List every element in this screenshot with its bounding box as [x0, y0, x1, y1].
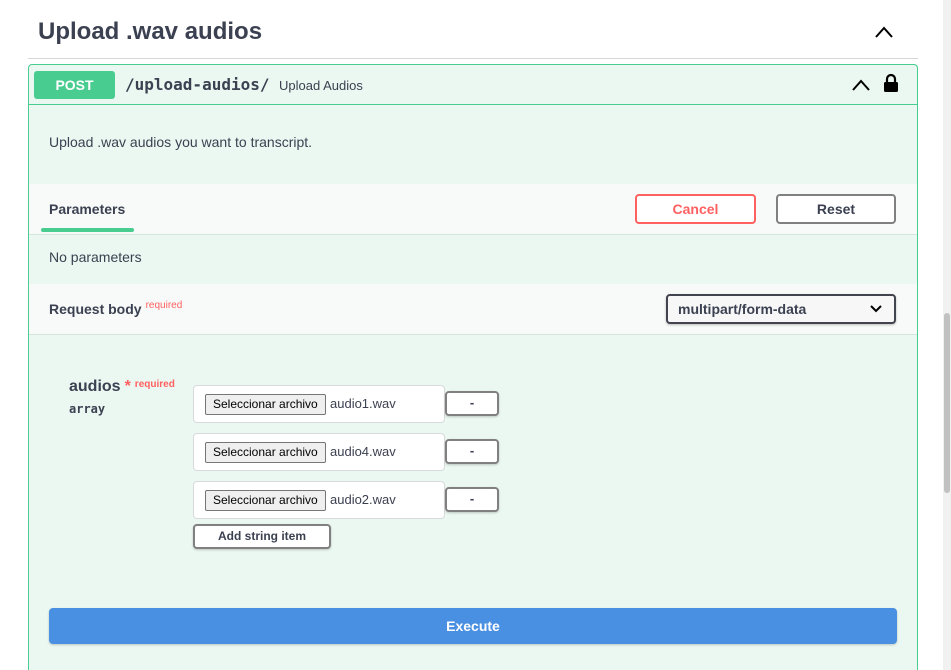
remove-item-button[interactable]: - [445, 487, 499, 512]
chevron-up-icon[interactable] [874, 24, 894, 40]
field-type: array [69, 402, 106, 416]
tab-parameters[interactable]: Parameters [49, 201, 125, 217]
operation-summary-text: Upload Audios [279, 78, 363, 93]
no-parameters-text: No parameters [49, 249, 142, 265]
add-string-item-button[interactable]: Add string item [193, 524, 331, 549]
field-required-label: required [134, 379, 175, 390]
select-file-button[interactable]: Seleccionar archivo [205, 490, 326, 511]
file-item: Seleccionar archivo audio4.wav [193, 433, 445, 471]
remove-item-button[interactable]: - [445, 391, 499, 416]
file-name: audio2.wav [330, 492, 396, 507]
chevron-up-icon[interactable] [851, 77, 871, 93]
file-name: audio1.wav [330, 396, 396, 411]
section-title: Upload .wav audios [38, 18, 263, 45]
scrollbar-thumb[interactable] [944, 313, 950, 493]
section-header[interactable]: Upload .wav audios [28, 0, 918, 59]
reset-button[interactable]: Reset [776, 194, 896, 224]
scrollbar[interactable] [943, 0, 951, 670]
select-file-button[interactable]: Seleccionar archivo [205, 442, 326, 463]
parameters-header: Parameters Cancel Reset [29, 184, 917, 235]
cancel-button[interactable]: Cancel [635, 194, 756, 224]
chevron-down-icon [870, 305, 882, 313]
content-type-select[interactable]: multipart/form-data [666, 294, 896, 324]
request-body-title: Request body [49, 301, 142, 317]
method-badge: POST [34, 71, 115, 99]
operation-path: /upload-audios/ [125, 75, 270, 94]
lock-icon[interactable] [883, 73, 899, 93]
operation-summary[interactable]: POST /upload-audios/ Upload Audios [29, 65, 917, 105]
select-file-button[interactable]: Seleccionar archivo [205, 394, 326, 415]
operation-description: Upload .wav audios you want to transcrip… [49, 134, 313, 150]
tab-active-indicator [41, 228, 134, 232]
file-item: Seleccionar archivo audio2.wav [193, 481, 445, 519]
file-name: audio4.wav [330, 444, 396, 459]
content-type-value: multipart/form-data [678, 301, 807, 317]
execute-button[interactable]: Execute [49, 608, 897, 644]
field-name-text: audios [69, 378, 121, 395]
required-badge: required [145, 300, 183, 311]
file-item: Seleccionar archivo audio1.wav [193, 385, 445, 423]
request-body-header: Request body required multipart/form-data [29, 284, 917, 335]
remove-item-button[interactable]: - [445, 439, 499, 464]
operation-block: POST /upload-audios/ Upload Audios Uploa… [28, 64, 918, 670]
field-name: audios * required [69, 378, 175, 396]
required-star: * [124, 378, 131, 395]
request-body-label: Request body required [49, 300, 183, 317]
